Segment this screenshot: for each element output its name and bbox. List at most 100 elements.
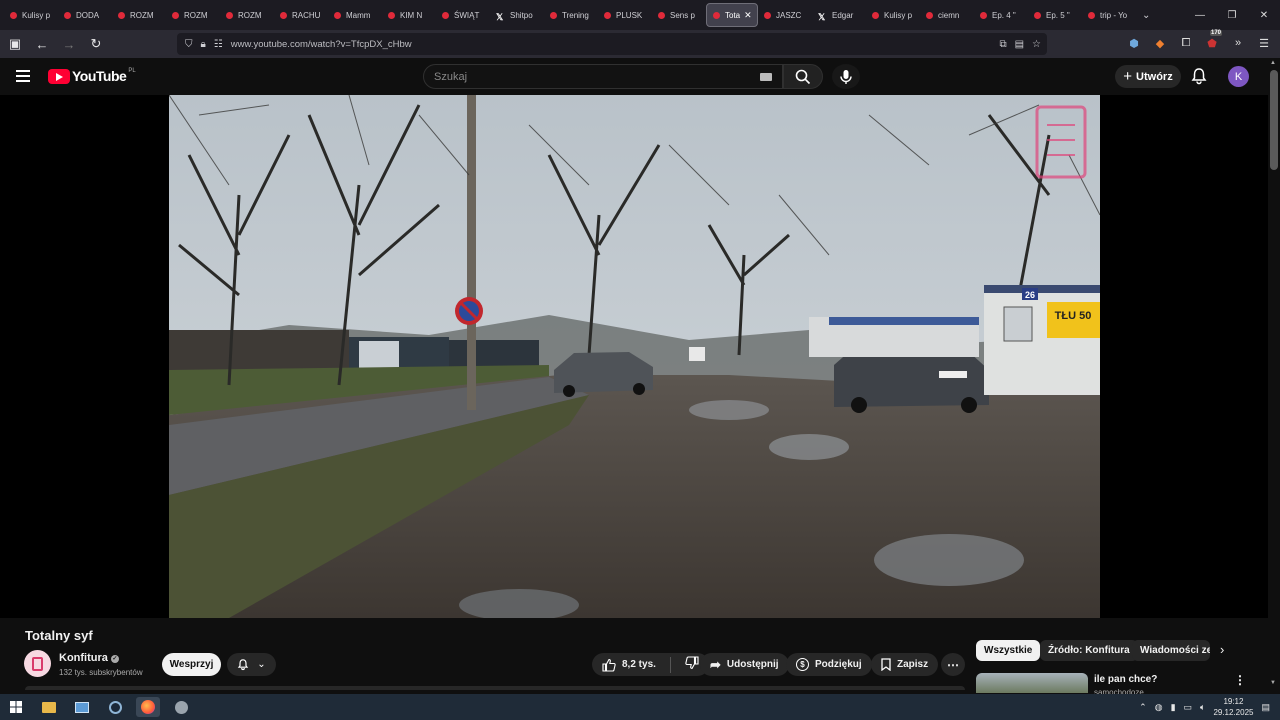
browser-tab[interactable]: 𝕏 Edgar [812, 3, 866, 27]
list-all-tabs-icon[interactable]: ⌄ [1142, 10, 1150, 21]
extension-fox-icon[interactable]: ◆ [1150, 33, 1170, 53]
browser-tab[interactable]: Ep. 4 " [974, 3, 1028, 27]
url-text[interactable]: www.youtube.com/watch?v=TfcpDX_cHbw [231, 39, 412, 50]
browser-tab[interactable]: Mamm [328, 3, 382, 27]
youtube-wordmark: YouTube [72, 68, 127, 84]
browser-tab[interactable]: ROZM [166, 3, 220, 27]
browser-tab[interactable]: ŚWIĄT [436, 3, 490, 27]
browser-tab[interactable]: trip - Yo [1082, 3, 1136, 27]
browser-tab[interactable]: Sens p [652, 3, 706, 27]
more-actions-icon[interactable]: ⋯ [941, 653, 965, 676]
sidebar-toggle-icon[interactable]: ▣ [3, 32, 27, 56]
clock[interactable]: 19:12 29.12.2025 [1213, 696, 1253, 718]
this-pc-icon[interactable] [70, 697, 94, 717]
bookmark-star-icon[interactable]: ☆ [1032, 39, 1041, 50]
file-explorer-icon[interactable] [37, 697, 61, 717]
extension-shield-icon[interactable]: ⬢ [1124, 33, 1144, 53]
display-icon[interactable]: ▭ [1184, 702, 1193, 713]
browser-tab[interactable]: ciemn [920, 3, 974, 27]
browser-tab[interactable]: 𝕏 Shitpo [490, 3, 544, 27]
tab-active[interactable]: Tota ✕ [706, 3, 758, 27]
notifications-bell-icon[interactable] [1190, 67, 1208, 85]
tab-label: KIM N [400, 10, 423, 20]
thanks-label: Podziękuj [815, 659, 862, 670]
tray-chevron-icon[interactable]: ⌃ [1139, 702, 1147, 713]
tab-label: ciemn [938, 10, 960, 20]
share-button[interactable]: ➦ Udostępnij [700, 653, 789, 676]
create-button[interactable]: + Utwórz [1115, 65, 1181, 88]
chip-next-chevron-icon[interactable]: › [1220, 642, 1224, 657]
restore-icon[interactable]: ❐ [1216, 0, 1248, 30]
like-button[interactable]: 8,2 tys. [602, 658, 656, 672]
close-window-icon[interactable]: ✕ [1248, 0, 1280, 30]
chip-all[interactable]: Wszystkie [976, 640, 1041, 661]
save-button[interactable]: Zapisz [871, 653, 939, 676]
support-button[interactable]: Wesprzyj [162, 653, 221, 676]
youtube-icon [10, 11, 17, 19]
page-scrollbar[interactable]: ▲ ▼ [1268, 58, 1280, 688]
recommended-menu-icon[interactable]: ⋮ [1234, 673, 1246, 687]
extensions-icon[interactable]: ⧠ [1176, 33, 1196, 53]
search-input[interactable]: Szukaj [423, 64, 783, 89]
browser-tab[interactable]: PLUSK [598, 3, 652, 27]
scroll-up-icon[interactable]: ▲ [1270, 60, 1276, 66]
chip-news[interactable]: Wiadomości ze [1132, 640, 1210, 661]
minimize-icon[interactable]: — [1184, 0, 1216, 30]
dislike-button[interactable] [685, 656, 699, 673]
chip-from-channel[interactable]: Źródło: Konfitura [1040, 640, 1138, 661]
browser-tab[interactable]: Ep. 5 " [1028, 3, 1082, 27]
channel-name[interactable]: Konfitura ✓ [59, 652, 119, 664]
browser-tab[interactable]: ROZM [112, 3, 166, 27]
reload-button[interactable]: ↻ [84, 32, 108, 56]
steam-icon[interactable] [103, 697, 127, 717]
browser-tab[interactable]: RACHU [274, 3, 328, 27]
app-menu-icon[interactable]: ☰ [1254, 33, 1274, 53]
account-avatar[interactable]: K [1228, 66, 1249, 87]
browser-nav-bar: ▣ ← → ↻ ⛉ 🔒︎ ☷ www.youtube.com/watch?v=T… [0, 30, 1280, 58]
speaker-icon[interactable]: 🔈︎ [1200, 702, 1205, 713]
start-windows-icon[interactable] [4, 697, 28, 717]
video-player[interactable]: TŁU 50 26 [0, 95, 1268, 618]
browser-tab[interactable]: DODA [58, 3, 112, 27]
close-tab-icon[interactable]: ✕ [744, 10, 752, 21]
tab-label: Mamm [346, 10, 371, 20]
browser-tab[interactable]: KIM N [382, 3, 436, 27]
voice-search-button[interactable] [832, 64, 860, 89]
scroll-down-icon[interactable]: ▼ [1270, 680, 1276, 686]
browser-tab[interactable]: Kulisy p [4, 3, 58, 27]
channel-avatar[interactable] [24, 650, 51, 677]
subscription-notifications-button[interactable]: ⌄ [227, 653, 276, 676]
recommended-title[interactable]: ile pan chce? [1094, 674, 1157, 685]
browser-tab[interactable]: JASZC [758, 3, 812, 27]
permissions-icon[interactable]: ☷ [214, 39, 223, 50]
browser-tab[interactable]: Kulisy p [866, 3, 920, 27]
bookmark-icon [881, 658, 891, 671]
share-label: Udostępnij [726, 659, 779, 670]
ublock-count-badge: 170 [1210, 30, 1223, 36]
overflow-menu-icon[interactable]: » [1228, 33, 1248, 53]
address-bar[interactable]: ⛉ 🔒︎ ☷ www.youtube.com/watch?v=TfcpDX_cH… [177, 33, 1047, 55]
keyboard-icon[interactable] [760, 73, 772, 81]
youtube-logo[interactable]: YouTube PL [48, 68, 136, 84]
video-frame[interactable]: TŁU 50 26 [169, 95, 1100, 618]
forward-button[interactable]: → [57, 32, 81, 56]
browser-tab[interactable]: ROZM [220, 3, 274, 27]
lock-icon[interactable]: 🔒︎ [201, 39, 206, 50]
browser-tab[interactable]: Trening [544, 3, 598, 27]
shield-icon[interactable]: ⛉ [185, 39, 193, 50]
scrollbar-thumb[interactable] [1270, 70, 1278, 170]
notifications-icon[interactable]: ▤ [1261, 702, 1270, 713]
reader-view-icon[interactable]: ▤ [1015, 39, 1024, 50]
picture-in-picture-icon[interactable]: ⧉ [999, 39, 1006, 50]
search-button[interactable] [783, 64, 823, 89]
thanks-button[interactable]: $ Podziękuj [786, 653, 872, 676]
description-box[interactable] [25, 686, 965, 690]
firefox-icon[interactable] [136, 697, 160, 717]
guide-menu-icon[interactable] [16, 70, 30, 82]
ublock-icon[interactable]: ⬟ 170 [1202, 30, 1223, 53]
back-button[interactable]: ← [30, 32, 54, 56]
app-icon[interactable] [169, 697, 193, 717]
network-globe-icon[interactable]: ◍ [1155, 702, 1163, 713]
recommended-thumbnail[interactable] [976, 673, 1088, 693]
volume-icon[interactable]: ▮ [1171, 702, 1176, 713]
